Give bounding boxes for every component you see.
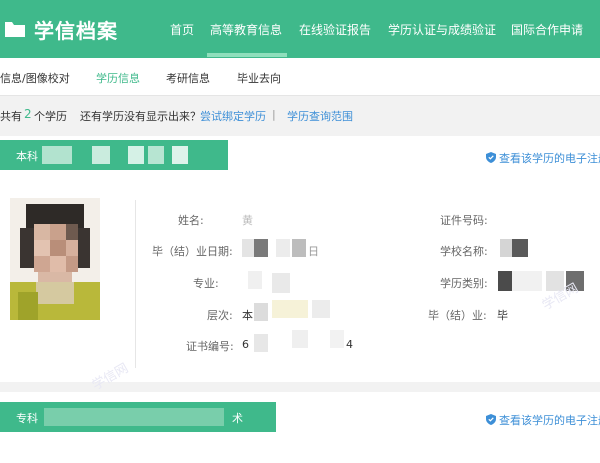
view-e-registration-link[interactable]: 查看该学历的电子注册: [486, 150, 600, 166]
folder-icon: [5, 22, 25, 37]
tab-info-image-check[interactable]: 信息/图像校对: [0, 70, 70, 86]
record-summary-bar: 共有 2 个学历 还有学历没有显示出来？ 尝试绑定学历 | 学历查询范围: [0, 96, 600, 132]
redacted-block: [330, 330, 344, 348]
certificate-number-prefix: 6: [242, 338, 249, 351]
tab-education-info[interactable]: 学历信息: [96, 70, 140, 86]
redacted-block: [254, 334, 268, 352]
record-header-2: 专科 术: [0, 402, 276, 432]
record-header: 本科: [0, 140, 228, 170]
missing-record-question: 还有学历没有显示出来？: [80, 110, 201, 123]
bind-record-link[interactable]: 尝试绑定学历: [200, 108, 266, 124]
redacted-block: [312, 300, 330, 318]
redacted-block: [254, 239, 268, 257]
record-header-tail: 术: [232, 412, 243, 425]
query-range-link[interactable]: 学历查询范围: [287, 108, 353, 124]
education-record-card-2: 专科 术 查看该学历的电子注册: [0, 392, 600, 463]
brand-logo[interactable]: 学信档案: [0, 14, 118, 44]
certificate-number-label: 证书编号:: [186, 340, 234, 353]
card-divider: [135, 200, 136, 368]
nav-active-indicator: [207, 53, 287, 57]
name-value: 黄: [242, 214, 253, 227]
redacted-block: [248, 271, 262, 289]
watermark: 学信网: [89, 360, 132, 394]
education-record-card: 本科 查看该学历的电子注册 姓名: 黄 毕（结）业日期: 日 专业: 层次: 本…: [0, 136, 600, 393]
top-navbar: 学信档案 首页 高等教育信息 在线验证报告 学历认证与成绩验证 国际合作申请: [0, 0, 600, 58]
summary-prefix: 共有: [0, 110, 22, 123]
redacted-block: [128, 146, 144, 164]
redacted-block: [498, 271, 512, 291]
redacted-block: [148, 146, 164, 164]
nav-higher-education-info[interactable]: 高等教育信息: [210, 21, 282, 38]
education-type-label: 学历类别:: [440, 277, 488, 290]
nav-international-cooperation[interactable]: 国际合作申请: [511, 21, 583, 38]
tab-postgrad-exam-info[interactable]: 考研信息: [166, 70, 210, 86]
graduation-date-label: 毕（结）业日期:: [152, 245, 233, 258]
redacted-block: [276, 239, 290, 257]
redacted-block: [292, 330, 308, 348]
redacted-block: [92, 146, 110, 164]
redacted-block: [272, 273, 290, 293]
redacted-block: [254, 303, 268, 321]
school-name-label: 学校名称:: [440, 245, 488, 258]
redacted-block: [44, 408, 224, 426]
redacted-block: [512, 239, 528, 257]
level-value: 本: [242, 309, 253, 322]
sub-navbar: 信息/图像校对 学历信息 考研信息 毕业去向: [0, 58, 600, 96]
record-count: 2: [24, 107, 32, 121]
major-label: 专业:: [193, 277, 219, 290]
certificate-number-suffix: 4: [346, 338, 353, 351]
nav-home[interactable]: 首页: [170, 21, 194, 38]
record-level-label-2: 专科: [16, 412, 38, 425]
redacted-block: [242, 239, 254, 257]
id-number-label: 证件号码:: [440, 214, 488, 227]
redacted-block: [500, 239, 512, 257]
tab-graduate-destination[interactable]: 毕业去向: [237, 70, 281, 86]
record-level-label: 本科: [16, 150, 38, 163]
divider: |: [272, 108, 276, 121]
level-label: 层次:: [207, 309, 233, 322]
graduation-date-value: 日: [308, 245, 319, 258]
redacted-block: [512, 271, 542, 291]
name-label: 姓名:: [178, 214, 204, 227]
redacted-block: [272, 300, 308, 318]
redacted-block: [42, 146, 72, 164]
view-e-registration-link-2[interactable]: 查看该学历的电子注册: [486, 412, 600, 428]
summary-suffix: 个学历: [34, 110, 67, 123]
shield-icon: [486, 414, 496, 425]
view-e-registration-label-2: 查看该学历的电子注册: [499, 414, 600, 427]
nav-degree-certification[interactable]: 学历认证与成绩验证: [388, 21, 496, 38]
nav-online-verification-report[interactable]: 在线验证报告: [299, 21, 371, 38]
shield-icon: [486, 152, 496, 163]
redacted-block: [172, 146, 188, 164]
graduation-status-value: 毕: [497, 309, 508, 322]
view-e-registration-label: 查看该学历的电子注册: [499, 152, 600, 165]
graduation-status-label: 毕（结）业:: [428, 309, 487, 322]
student-photo: [10, 198, 100, 320]
redacted-block: [292, 239, 306, 257]
brand-name: 学信档案: [34, 18, 118, 43]
